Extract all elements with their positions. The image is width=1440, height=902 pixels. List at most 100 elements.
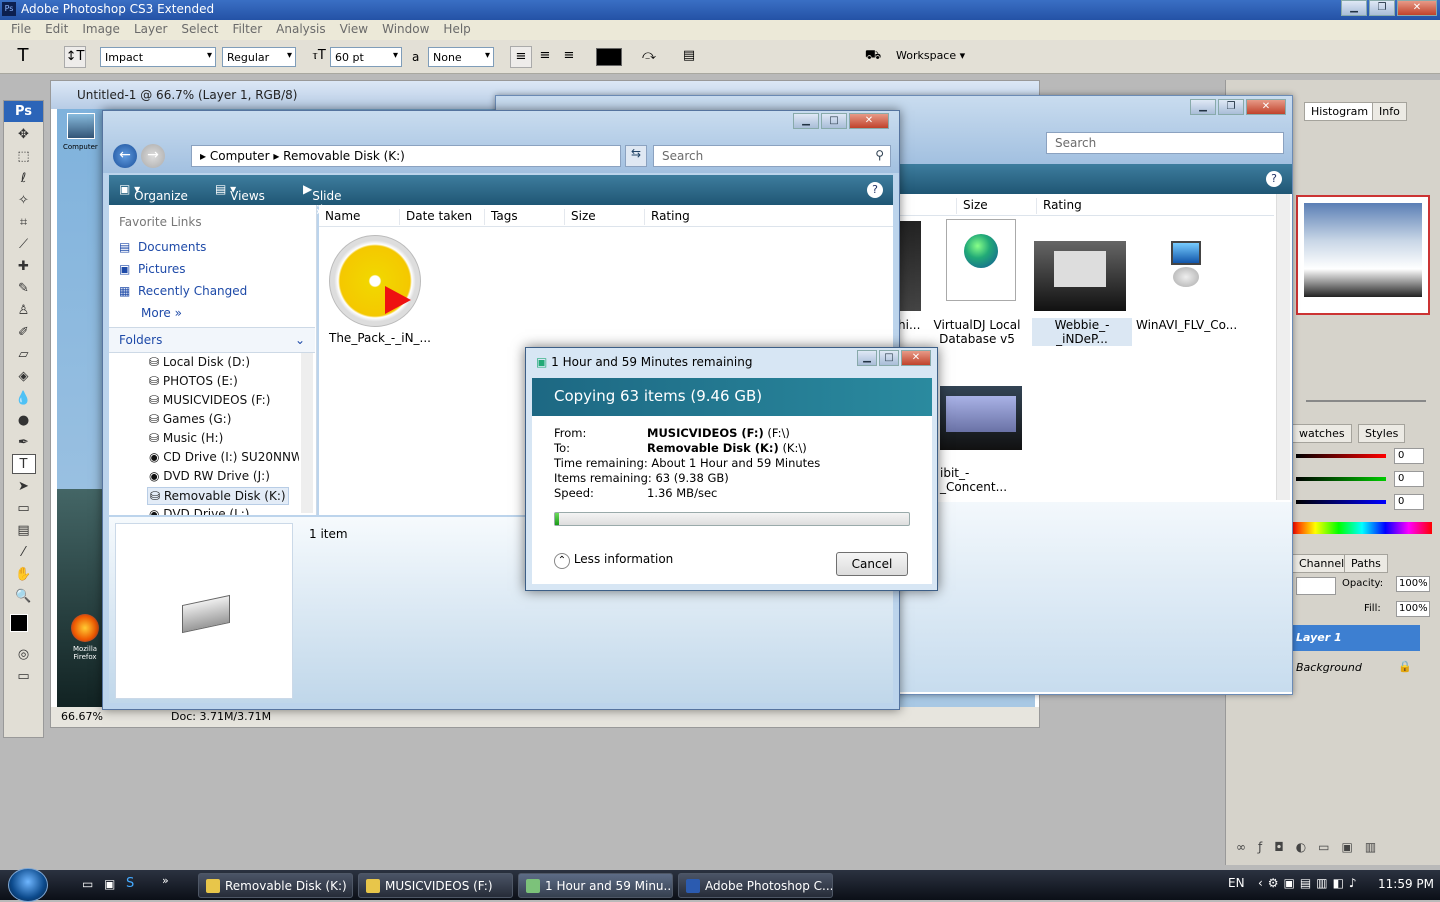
navigator-zoom-slider[interactable] [1306, 400, 1426, 402]
task-musicvideos[interactable]: MUSICVIDEOS (F:) [358, 873, 513, 898]
font-family-select[interactable]: Impact [100, 47, 216, 67]
back-col-size[interactable]: Size [956, 198, 988, 214]
folder-games-g[interactable]: ⛁ Games (G:) [149, 412, 231, 426]
layer-actions-icons[interactable]: ∞ƒ◘◐▭▣▥ [1236, 840, 1388, 854]
folders-scrollbar[interactable] [301, 353, 313, 513]
tab-info[interactable]: Info [1372, 102, 1407, 121]
link-more[interactable]: More » [141, 306, 182, 320]
blue-slider[interactable] [1296, 500, 1386, 504]
show-desktop-icon[interactable]: ▭ [82, 877, 93, 891]
eraser-tool-icon[interactable]: ▱ [12, 344, 36, 364]
zoom-level[interactable]: 66.67% [61, 710, 103, 723]
folders-chevron-icon[interactable]: ⌄ [295, 333, 305, 347]
paint-bucket-icon[interactable]: ◈ [12, 366, 36, 386]
folder-musicvideos-f[interactable]: ⛁ MUSICVIDEOS (F:) [149, 393, 270, 407]
cancel-button[interactable]: Cancel [836, 552, 908, 576]
zoom-tool-icon[interactable]: 🔍 [12, 586, 36, 606]
fill-input[interactable]: 100% [1396, 601, 1430, 617]
antialias-select[interactable]: None [428, 47, 494, 67]
align-right-icon[interactable]: ≡ [558, 46, 580, 68]
explorer-minimize-button[interactable]: ▁ [793, 113, 819, 129]
media-file-icon[interactable] [329, 235, 421, 327]
start-button[interactable] [8, 868, 48, 902]
slideshow-button[interactable]: ▶ Slide Show [303, 182, 345, 217]
character-panel-icon[interactable]: ▤ [678, 46, 700, 68]
move-tool-icon[interactable]: ✥ [12, 124, 36, 144]
link-recently-changed[interactable]: ▦ Recently Changed [119, 284, 247, 298]
menu-view[interactable]: View [333, 20, 375, 40]
font-style-select[interactable]: Regular [222, 47, 296, 67]
path-selection-icon[interactable]: ➤ [12, 476, 36, 496]
refresh-icon[interactable]: ⇆ [625, 145, 647, 167]
lasso-tool-icon[interactable]: ℓ [12, 168, 36, 188]
back-scrollbar[interactable] [1276, 194, 1290, 500]
search-input[interactable]: Search ⚲ [653, 145, 891, 167]
menu-select[interactable]: Select [174, 20, 225, 40]
explorer-maximize-button[interactable]: □ [821, 113, 847, 129]
clock[interactable]: 11:59 PM [1378, 877, 1434, 891]
file-name-webbie[interactable]: Webbie_-_iNDeP... [1032, 318, 1132, 346]
red-slider[interactable] [1296, 454, 1386, 458]
stamp-tool-icon[interactable]: ♙ [12, 300, 36, 320]
file-name-winavi[interactable]: WinAVI_FLV_Co... [1136, 318, 1237, 332]
align-left-icon[interactable]: ≡ [510, 46, 532, 68]
col-tags[interactable]: Tags [484, 209, 518, 225]
back-minimize-button[interactable]: ▁ [1190, 99, 1216, 115]
text-orientation-icon[interactable]: ↕T [64, 46, 86, 68]
back-help-icon[interactable]: ? [1266, 171, 1282, 187]
tab-histogram[interactable]: Histogram [1304, 102, 1376, 121]
organize-button[interactable]: ▣ Organize ▾ [119, 182, 188, 203]
tab-styles[interactable]: Styles [1358, 424, 1406, 443]
blue-value[interactable]: 0 [1394, 494, 1424, 510]
link-documents[interactable]: ▤ Documents [119, 240, 206, 254]
col-name[interactable]: Name [319, 209, 360, 225]
switch-windows-icon[interactable]: ▣ [104, 877, 115, 891]
restore-button[interactable]: ❐ [1369, 0, 1395, 16]
layer-row-1[interactable]: Layer 1 [1292, 625, 1420, 651]
close-button[interactable]: ✕ [1397, 0, 1437, 16]
quicklaunch-chevron-icon[interactable]: » [162, 874, 169, 887]
opacity-input[interactable]: 100% [1396, 576, 1430, 592]
file-name-concentration[interactable]: ibit_-_Concent... [940, 466, 1030, 494]
folder-cd-drive-i[interactable]: ◉ CD Drive (I:) SU20NNW1 [149, 450, 299, 464]
blur-tool-icon[interactable]: 💧 [12, 388, 36, 408]
shape-tool-icon[interactable]: ▭ [12, 498, 36, 518]
file-name-virtualdj[interactable]: VirtualDJ Local Database v5 [932, 318, 1022, 346]
menu-file[interactable]: File [4, 20, 38, 40]
magic-wand-tool-icon[interactable]: ✧ [12, 190, 36, 210]
quick-mask-icon[interactable]: ◎ [12, 644, 36, 664]
red-value[interactable]: 0 [1394, 448, 1424, 464]
folder-photos-e[interactable]: ⛁ PHOTOS (E:) [149, 374, 238, 388]
align-center-icon[interactable]: ≡ [534, 46, 556, 68]
breadcrumb-removable-disk[interactable]: Removable Disk (K:) [283, 149, 405, 163]
dialog-close-button[interactable]: ✕ [901, 350, 931, 366]
search-icon[interactable]: ⚲ [875, 148, 884, 162]
folder-local-disk-d[interactable]: ⛁ Local Disk (D:) [149, 355, 250, 369]
green-slider[interactable] [1296, 477, 1386, 481]
webbie-video-thumb[interactable] [1034, 241, 1126, 311]
back-close-button[interactable]: ✕ [1246, 99, 1286, 115]
menu-window[interactable]: Window [375, 20, 436, 40]
chevron-up-icon[interactable]: ⌃ [554, 553, 570, 569]
minimize-button[interactable]: ▁ [1341, 0, 1367, 16]
history-brush-icon[interactable]: ✐ [12, 322, 36, 342]
skype-icon[interactable]: S [126, 876, 134, 891]
workspace-menu[interactable]: Workspace ▾ [896, 49, 965, 62]
concentration-video-thumb[interactable] [940, 386, 1022, 450]
foreground-color-swatch[interactable] [10, 614, 28, 632]
menu-help[interactable]: Help [436, 20, 477, 40]
type-tool-preset-icon[interactable]: T [12, 46, 34, 68]
breadcrumb-computer[interactable]: Computer [210, 149, 270, 163]
dialog-maximize-button[interactable]: □ [879, 350, 899, 366]
explorer-close-button[interactable]: ✕ [849, 113, 889, 129]
brush-tool-icon[interactable]: ✎ [12, 278, 36, 298]
dodge-tool-icon[interactable]: ● [12, 410, 36, 430]
pen-tool-icon[interactable]: ✒ [12, 432, 36, 452]
screen-mode-icon[interactable]: ▭ [12, 666, 36, 686]
text-color-swatch[interactable] [596, 48, 622, 66]
less-information-toggle[interactable]: ⌃ Less information [554, 552, 673, 569]
back-col-rating[interactable]: Rating [1036, 198, 1082, 214]
folder-music-h[interactable]: ⛁ Music (H:) [149, 431, 223, 445]
menu-layer[interactable]: Layer [127, 20, 174, 40]
menu-image[interactable]: Image [75, 20, 127, 40]
